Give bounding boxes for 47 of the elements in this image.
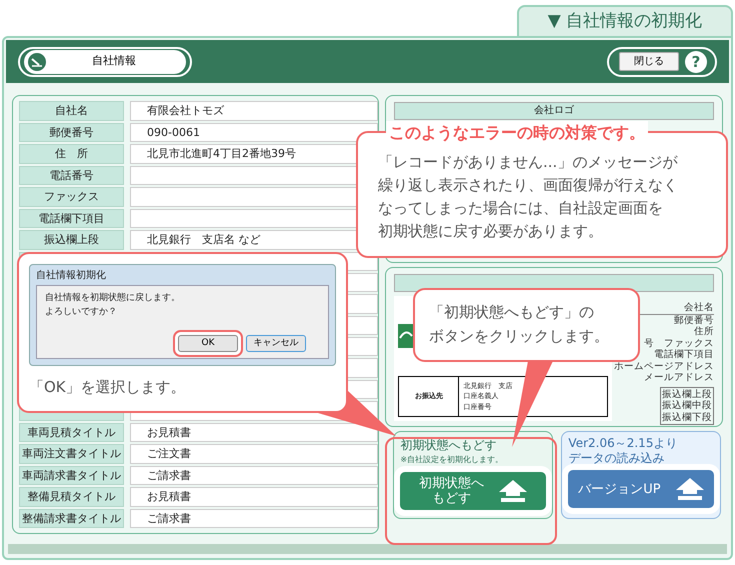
callout-text: 「初期状態へもどす」の ボタンをクリックします。 (429, 302, 610, 347)
field-label: 電話欄下項目 (19, 208, 124, 228)
version-up-button[interactable]: バージョンUP (568, 470, 714, 508)
panel-title: 初期状態へもどす (400, 437, 498, 454)
field-label: 郵便番号 (19, 122, 124, 142)
panel-title: Ver2.06～2.15より データの読み込み (568, 436, 678, 466)
dialog-button[interactable]: キャンセル (246, 334, 306, 352)
pencil-icon (28, 52, 46, 70)
field-label: 振込欄上段 (19, 230, 124, 250)
dialog-message: 自社情報を初期状態に戻します。 (45, 292, 181, 305)
field-label: 車両注文書タイトル (19, 444, 124, 464)
dialog-message: よろしいですか？ (45, 306, 118, 318)
panel-note: ※自社設定を初期化します。 (400, 454, 504, 466)
input-field[interactable]: ご請求書 (130, 466, 378, 485)
preview-label: メールアドレス (643, 372, 714, 384)
preview-label: ホームページアドレス (613, 360, 714, 372)
input-field[interactable]: お見積書 (130, 422, 378, 442)
field-label: ファックス (19, 187, 124, 206)
preview-label: 電話欄下項目 (653, 349, 714, 360)
reset-button[interactable]: 初期状態へ もどす (400, 472, 546, 510)
field-label: 整備請求書タイトル (19, 508, 124, 528)
upload-arrow-icon (498, 479, 528, 503)
preview-label: 号 ファックス (643, 338, 714, 349)
input-field[interactable]: 有限会社トモズ (130, 101, 378, 120)
field-label: 車両請求書タイトル (19, 466, 124, 485)
field-label: 電話番号 (19, 166, 124, 185)
field-label: 車両見積タイトル (19, 422, 124, 442)
input-field[interactable]: お見積書 (130, 487, 378, 506)
field-label: 整備見積タイトル (19, 487, 124, 506)
help-button[interactable]: ? (685, 50, 707, 72)
input-field[interactable]: ご請求書 (130, 508, 378, 528)
preview-label: 振込欄下段 (662, 412, 712, 423)
preview-label: 郵便番号 (673, 314, 714, 326)
section-button[interactable]: 自社情報 (24, 50, 186, 74)
field-label: 住 所 (19, 144, 124, 164)
callout-text: 「レコードがありません...」のメッセージが 繰り返し表示されたり、画面復帰が行えなく なってしまった場合には、自社設定画面を 初期状態に戻す必要があります。 (378, 152, 679, 242)
dialog-title: 自社情報初期化 (36, 268, 107, 283)
field-label: 自社名 (19, 101, 124, 120)
input-field[interactable]: 090-0061 (130, 122, 378, 142)
preview-label: 振込欄上段 (662, 388, 712, 400)
callout-text: 「OK」を選択します。 (29, 377, 186, 398)
input-field[interactable]: ご注文書 (130, 444, 378, 464)
upload-arrow-icon (674, 477, 705, 501)
panel-header: 会社ロゴ (394, 102, 714, 120)
close-button[interactable]: 閉じる (619, 52, 679, 71)
preview-label: 振込欄中段 (662, 400, 712, 412)
preview-label: 住所 (693, 326, 714, 338)
